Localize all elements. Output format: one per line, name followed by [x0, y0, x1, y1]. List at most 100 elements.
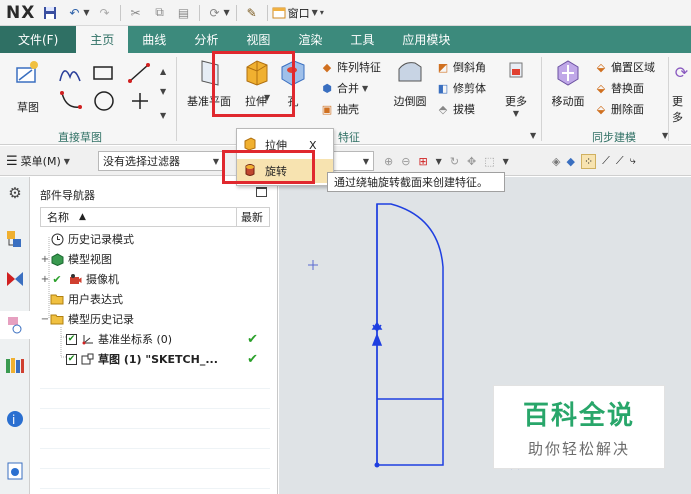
- tab-analysis[interactable]: 分析: [180, 26, 232, 53]
- tab-curve[interactable]: 曲线: [128, 26, 180, 53]
- offset-region-icon: ⬙: [596, 60, 606, 74]
- sketch-origin-point: [374, 462, 380, 468]
- profile-icon: [59, 70, 81, 82]
- edge-blend-button[interactable]: 边倒圆: [390, 57, 430, 109]
- shell-button[interactable]: ▣ 抽壳: [320, 101, 359, 117]
- paste-icon[interactable]: ▤: [175, 4, 193, 22]
- tab-home[interactable]: 主页: [76, 26, 129, 53]
- pan-view-icon[interactable]: ✥: [467, 155, 476, 168]
- edge-blend-icon: [395, 57, 425, 87]
- tab-view[interactable]: 视图: [232, 26, 284, 53]
- sketch-profile: [376, 203, 444, 466]
- replace-face-icon: ⬙: [596, 81, 606, 95]
- title-bar: NX ↶ ▼ ↷ ✂ ⧉ ▤ ⟳ ▼ ✎ 窗口 ▼ ▾: [0, 0, 691, 26]
- undo-dropdown-icon[interactable]: ▼: [83, 8, 89, 17]
- tree-item-sketch[interactable]: ✔ 草图 (1) "SKETCH_... ✔: [40, 349, 270, 369]
- replace-face-button[interactable]: ⬙ 替换面: [594, 80, 644, 96]
- draft-button[interactable]: ⬘ 拔模: [436, 101, 475, 117]
- point-icon: [132, 93, 148, 109]
- expand-icon[interactable]: +: [40, 254, 50, 265]
- deselect-icon[interactable]: ⊖: [401, 155, 410, 168]
- part-navigator-icon[interactable]: [0, 311, 30, 339]
- rectangle-icon: [93, 66, 113, 80]
- navigator-column-header: 名称 ▲ 最新: [40, 207, 270, 227]
- column-name-header[interactable]: 名称 ▲: [41, 208, 237, 226]
- box-select-icon[interactable]: ⬚: [484, 155, 494, 168]
- customize-qa-icon: ▾: [319, 8, 324, 17]
- chamfer-button[interactable]: ◩ 倒斜角: [436, 59, 486, 75]
- tab-file[interactable]: 文件(F): [0, 26, 77, 53]
- visibility-checkbox[interactable]: ✔: [66, 353, 77, 365]
- maximize-icon[interactable]: [256, 187, 267, 197]
- pattern-feature-icon: ◆: [322, 60, 332, 74]
- line-icon: [128, 63, 150, 83]
- tab-tools[interactable]: 工具: [336, 26, 388, 53]
- sync-modeling-group-label: 同步建模: [592, 131, 636, 144]
- column-latest-header[interactable]: 最新: [237, 209, 263, 225]
- web-browser-icon[interactable]: i: [5, 409, 25, 429]
- collapse-icon[interactable]: −: [40, 314, 50, 325]
- end-point-icon[interactable]: ⟋: [602, 154, 610, 168]
- more-features-button[interactable]: 更多 ▼: [500, 57, 532, 118]
- circle-icon: [94, 91, 114, 111]
- sketch-feature-icon: [80, 352, 94, 366]
- sketch-button[interactable]: 草图: [8, 57, 48, 115]
- move-face-button[interactable]: 移动面: [548, 57, 588, 109]
- tree-item-cameras[interactable]: + ✔ 摄像机: [40, 269, 270, 289]
- model-views-icon: [50, 252, 64, 266]
- expand-icon[interactable]: +: [40, 274, 50, 285]
- sketch-icon: [13, 57, 43, 87]
- copy-icon[interactable]: ⧉: [151, 4, 169, 22]
- select-all-icon[interactable]: ⊕: [384, 155, 393, 168]
- trim-body-button[interactable]: ◧ 修剪体: [436, 80, 486, 96]
- menu-button[interactable]: ☰ 菜单(M) ▼: [6, 151, 70, 171]
- tab-render[interactable]: 渲染: [284, 26, 336, 53]
- settings-gear-icon[interactable]: ⚙: [5, 183, 25, 203]
- shaded-icon[interactable]: ◈: [552, 155, 560, 168]
- tree-item-model-history[interactable]: − 模型历史记录: [40, 309, 270, 329]
- scope-filter-select[interactable]: ▼: [330, 151, 374, 171]
- folder-icon: [50, 292, 64, 306]
- constraint-navigator-icon[interactable]: [5, 269, 25, 289]
- offset-region-button[interactable]: ⬙ 偏置区域: [594, 59, 655, 75]
- redo-icon[interactable]: ↷: [96, 4, 114, 22]
- tree-item-model-views[interactable]: + 模型视图: [40, 249, 270, 269]
- visibility-checkbox[interactable]: ✔: [66, 333, 77, 345]
- reuse-library-icon[interactable]: [5, 355, 25, 375]
- direct-sketch-group-label: 直接草图: [58, 131, 102, 144]
- tree-item-user-expressions[interactable]: 用户表达式: [40, 289, 270, 309]
- menu-icon: ☰: [6, 153, 18, 169]
- repeat-command-icon[interactable]: ⟳: [206, 4, 224, 22]
- mid-point-icon[interactable]: ⟋: [616, 154, 624, 168]
- snap-point-icon[interactable]: ⊞: [418, 155, 427, 168]
- wireframe-icon[interactable]: ◆: [566, 155, 574, 168]
- delete-face-button[interactable]: ⬙ 删除面: [594, 101, 644, 117]
- tree-item-datum-csys[interactable]: ✔ 基准坐标系 (0) ✔: [40, 329, 270, 349]
- tab-applications[interactable]: 应用模块: [388, 26, 464, 53]
- part-navigator-panel: 部件导航器 名称 ▲ 最新 历史记录模式 + 模型视图 + ✔ 摄像机 用户表达…: [30, 177, 278, 494]
- check-green-icon: ✔: [52, 272, 62, 286]
- draft-icon: ⬘: [438, 102, 448, 116]
- window-menu[interactable]: 窗口 ▼ ▾: [272, 5, 324, 21]
- pattern-feature-button[interactable]: ◆ 阵列特征: [320, 59, 381, 75]
- sort-ascending-icon: ▲: [79, 212, 86, 222]
- datum-csys-icon: [80, 332, 94, 346]
- save-icon[interactable]: [41, 4, 59, 22]
- arc-icon: [60, 91, 82, 109]
- history-palette-icon[interactable]: [5, 461, 25, 481]
- unite-button[interactable]: ⬢ 合并 ▼: [320, 80, 368, 96]
- revolve-axis: [371, 204, 383, 465]
- rotate-view-icon[interactable]: ↻: [450, 155, 459, 168]
- assembly-navigator-icon[interactable]: [5, 229, 25, 249]
- feature-group-label: 特征: [338, 131, 360, 144]
- cut-icon[interactable]: ✂: [127, 4, 145, 22]
- touch-mode-icon[interactable]: ✎: [243, 4, 261, 22]
- camera-icon: [68, 272, 82, 286]
- more-sync-button[interactable]: ⟳ 更多: [672, 57, 691, 125]
- tree-item-history-mode[interactable]: 历史记录模式: [40, 229, 270, 249]
- point-snap-icon[interactable]: ⁘: [580, 153, 597, 169]
- undo-icon[interactable]: ↶: [65, 4, 83, 22]
- type-filter-select[interactable]: 没有选择过滤器 ▼: [98, 151, 224, 171]
- arc-center-icon[interactable]: ⤷: [630, 154, 636, 168]
- revolve-tooltip: 通过绕轴旋转截面来创建特征。: [327, 172, 505, 192]
